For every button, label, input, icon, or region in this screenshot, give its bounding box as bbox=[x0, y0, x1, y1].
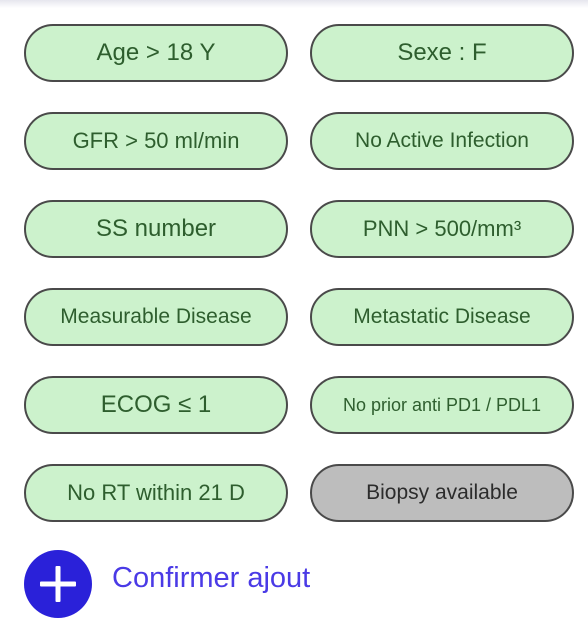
confirm-add-button[interactable]: Confirmer ajout bbox=[24, 550, 310, 618]
criterion-no-prior-anti-pd1[interactable]: No prior anti PD1 / PDL1 bbox=[310, 376, 574, 434]
criterion-sex[interactable]: Sexe : F bbox=[310, 24, 574, 82]
plus-icon bbox=[40, 566, 76, 602]
criterion-metastatic-disease[interactable]: Metastatic Disease bbox=[310, 288, 574, 346]
criterion-biopsy-available[interactable]: Biopsy available bbox=[310, 464, 574, 522]
criterion-gfr[interactable]: GFR > 50 ml/min bbox=[24, 112, 288, 170]
plus-circle-icon[interactable] bbox=[24, 550, 92, 618]
criterion-measurable-disease[interactable]: Measurable Disease bbox=[24, 288, 288, 346]
panel-top-edge bbox=[0, 0, 588, 8]
criteria-panel: Age > 18 Y Sexe : F GFR > 50 ml/min No A… bbox=[0, 0, 588, 624]
criterion-pnn[interactable]: PNN > 500/mm³ bbox=[310, 200, 574, 258]
confirm-add-label[interactable]: Confirmer ajout bbox=[112, 562, 310, 595]
criterion-age[interactable]: Age > 18 Y bbox=[24, 24, 288, 82]
criterion-no-rt[interactable]: No RT within 21 D bbox=[24, 464, 288, 522]
criteria-grid: Age > 18 Y Sexe : F GFR > 50 ml/min No A… bbox=[24, 24, 574, 522]
criterion-ss-number[interactable]: SS number bbox=[24, 200, 288, 258]
criterion-ecog[interactable]: ECOG ≤ 1 bbox=[24, 376, 288, 434]
criterion-no-active-infection[interactable]: No Active Infection bbox=[310, 112, 574, 170]
